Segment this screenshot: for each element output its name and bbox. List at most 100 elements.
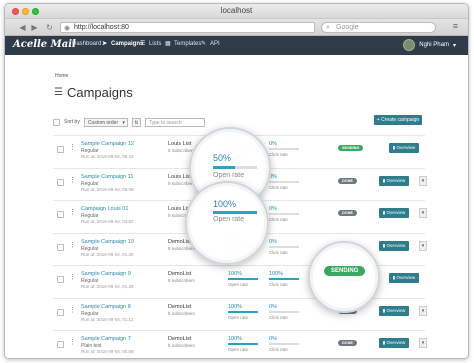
campaign-run-at: Run at: 2016-09-04, 04:52 xyxy=(81,219,134,224)
nav-templates[interactable]: ▦ Templates xyxy=(165,41,201,47)
row-checkbox[interactable] xyxy=(57,341,64,348)
overview-button[interactable]: ▮ Overview xyxy=(379,175,409,186)
campaign-name-link[interactable]: Sample Campaign 7 xyxy=(81,336,131,342)
overview-button-label: Overview xyxy=(386,242,406,248)
forward-arrow-icon[interactable]: ▶ xyxy=(29,22,40,33)
open-rate-bar xyxy=(228,343,258,345)
chevron-down-icon: ▾ xyxy=(421,177,425,184)
status-badge: SENDING xyxy=(338,145,364,151)
campaign-subscribers: 5 subscribers xyxy=(168,278,195,283)
campaign-name-link[interactable]: Sample Campaign 8 xyxy=(81,304,131,310)
nav-api[interactable]: ✎ API xyxy=(201,41,220,47)
campaign-list-name: DemoList xyxy=(168,303,192,310)
row-actions-dropdown[interactable]: ▾ xyxy=(419,338,427,348)
sort-direction-icon[interactable]: ⇅ xyxy=(131,117,141,127)
nav-dashboard[interactable]: ⌂ Dashboard xyxy=(63,41,101,47)
campaign-name-link[interactable]: Sample Campaign 12 xyxy=(81,141,134,147)
select-all-checkbox[interactable] xyxy=(53,118,60,126)
magnified-open-bar xyxy=(213,166,257,169)
overview-button-label: Overview xyxy=(386,307,406,313)
wrench-icon: ✎ xyxy=(201,41,207,47)
row-actions-dropdown[interactable]: ▾ xyxy=(419,175,427,186)
overview-button-label: Overview xyxy=(386,177,406,183)
overview-button[interactable]: ▮ Overview xyxy=(379,208,409,218)
row-checkbox[interactable] xyxy=(57,178,64,186)
nav-api-label: API xyxy=(210,41,220,47)
campaign-run-at: Run at: 2016-09-04, 00:58 xyxy=(81,349,134,354)
browser-toolbar: ◀ ▶ ↻ ◉ http://localhost:80 ⌕ Google ≡ xyxy=(5,19,468,36)
overview-button[interactable]: ▮ Overview xyxy=(389,143,419,153)
drag-handle-icon[interactable]: ⋮ xyxy=(69,242,76,249)
overview-button[interactable]: ▮ Overview xyxy=(379,338,409,348)
click-rate-label: Click rate xyxy=(269,282,288,287)
paper-plane-icon: ➤ xyxy=(102,41,108,47)
nav-lists[interactable]: ☰ Lists xyxy=(140,41,161,47)
campaign-run-at: Run at: 2016-09-04, 01:30 xyxy=(81,251,134,257)
row-checkbox[interactable] xyxy=(57,308,64,316)
row-checkbox[interactable] xyxy=(57,276,64,283)
drag-handle-icon[interactable]: ⋮ xyxy=(69,307,76,314)
row-actions-dropdown[interactable]: ▾ xyxy=(419,240,427,251)
magnified-open-percent: 50% xyxy=(213,153,232,163)
overview-button-label: Overview xyxy=(386,340,406,345)
app-navbar: Acelle Mail ⌂ Dashboard ➤ Campaigns ☰ Li… xyxy=(5,36,468,55)
breadcrumb[interactable]: Home xyxy=(55,73,68,79)
hamburger-menu-icon[interactable]: ≡ xyxy=(453,21,458,31)
magnified-open-percent: 100% xyxy=(213,199,237,209)
avatar xyxy=(403,39,416,51)
table-row: ⋮ Sample Campaign 7 Plain text Run at: 2016… xyxy=(53,330,427,358)
click-rate-label: Click rate xyxy=(269,217,288,222)
overview-button[interactable]: ▮ Overview xyxy=(389,273,419,283)
campaign-name-link[interactable]: Sample Campaign 10 xyxy=(81,239,134,245)
back-arrow-icon[interactable]: ◀ xyxy=(17,22,28,33)
open-rate-bar xyxy=(228,310,258,313)
drag-handle-icon[interactable]: ⋮ xyxy=(69,339,76,346)
overview-button-label: Overview xyxy=(396,145,416,150)
overview-button[interactable]: ▮ Overview xyxy=(379,305,409,316)
page-title: Campaigns xyxy=(66,85,133,100)
row-actions-dropdown[interactable]: ▾ xyxy=(419,208,427,218)
click-rate-label: Click rate xyxy=(269,314,288,320)
campaign-list-name: Louis List xyxy=(168,173,192,180)
click-rate-bar xyxy=(269,343,299,345)
overview-button-label: Overview xyxy=(386,210,406,215)
click-rate-bar xyxy=(269,245,299,248)
row-checkbox[interactable] xyxy=(57,211,64,218)
row-checkbox[interactable] xyxy=(57,146,64,153)
drag-handle-icon[interactable]: ⋮ xyxy=(69,177,76,184)
click-rate-label: Click rate xyxy=(269,152,288,157)
reload-icon[interactable]: ↻ xyxy=(44,22,55,33)
magnified-open-label: Open rate xyxy=(213,172,245,179)
campaign-name-link[interactable]: Sample Campaign 9 xyxy=(81,271,131,277)
user-menu[interactable]: Nghi Pham ▾ xyxy=(403,39,456,51)
click-rate-percent: 0% xyxy=(269,141,277,147)
campaign-name-link[interactable]: Campaign Louis 01 xyxy=(81,206,128,212)
browser-search-placeholder: Google xyxy=(336,24,359,31)
create-campaign-button[interactable]: + Create campaign xyxy=(374,115,422,125)
campaign-run-at: Run at: 2016-09-04, 01:29 xyxy=(81,284,134,289)
sort-label: Sort by xyxy=(64,119,80,125)
url-text: http://localhost:80 xyxy=(74,24,129,31)
browser-search-input[interactable]: ⌕ Google xyxy=(321,22,436,33)
nav-campaigns[interactable]: ➤ Campaigns xyxy=(102,41,143,47)
open-rate-label: Open rate xyxy=(228,282,249,287)
click-rate-bar xyxy=(269,148,299,150)
campaign-run-at: Run at: 2016-09-04, 01:12 xyxy=(81,316,134,322)
row-checkbox[interactable] xyxy=(57,243,64,251)
sort-select[interactable]: Custom order xyxy=(83,117,128,127)
search-input[interactable]: Type to search xyxy=(144,117,205,127)
drag-handle-icon[interactable]: ⋮ xyxy=(69,274,76,281)
chevron-down-icon: ▾ xyxy=(421,340,425,346)
click-rate-bar xyxy=(269,278,299,280)
drag-handle-icon[interactable]: ⋮ xyxy=(69,144,76,151)
click-rate-bar xyxy=(269,310,299,313)
title-bar: localhost xyxy=(5,4,468,19)
click-rate-percent: 0% xyxy=(269,206,277,212)
drag-handle-icon[interactable]: ⋮ xyxy=(69,209,76,216)
campaign-name-link[interactable]: Sample Campaign 11 xyxy=(81,174,133,180)
overview-button-label: Overview xyxy=(396,275,416,280)
address-bar[interactable]: ◉ http://localhost:80 xyxy=(60,22,315,33)
overview-button[interactable]: ▮ Overview xyxy=(379,240,409,251)
magnified-status-badge: SENDING xyxy=(324,266,366,276)
row-actions-dropdown[interactable]: ▾ xyxy=(419,305,427,316)
